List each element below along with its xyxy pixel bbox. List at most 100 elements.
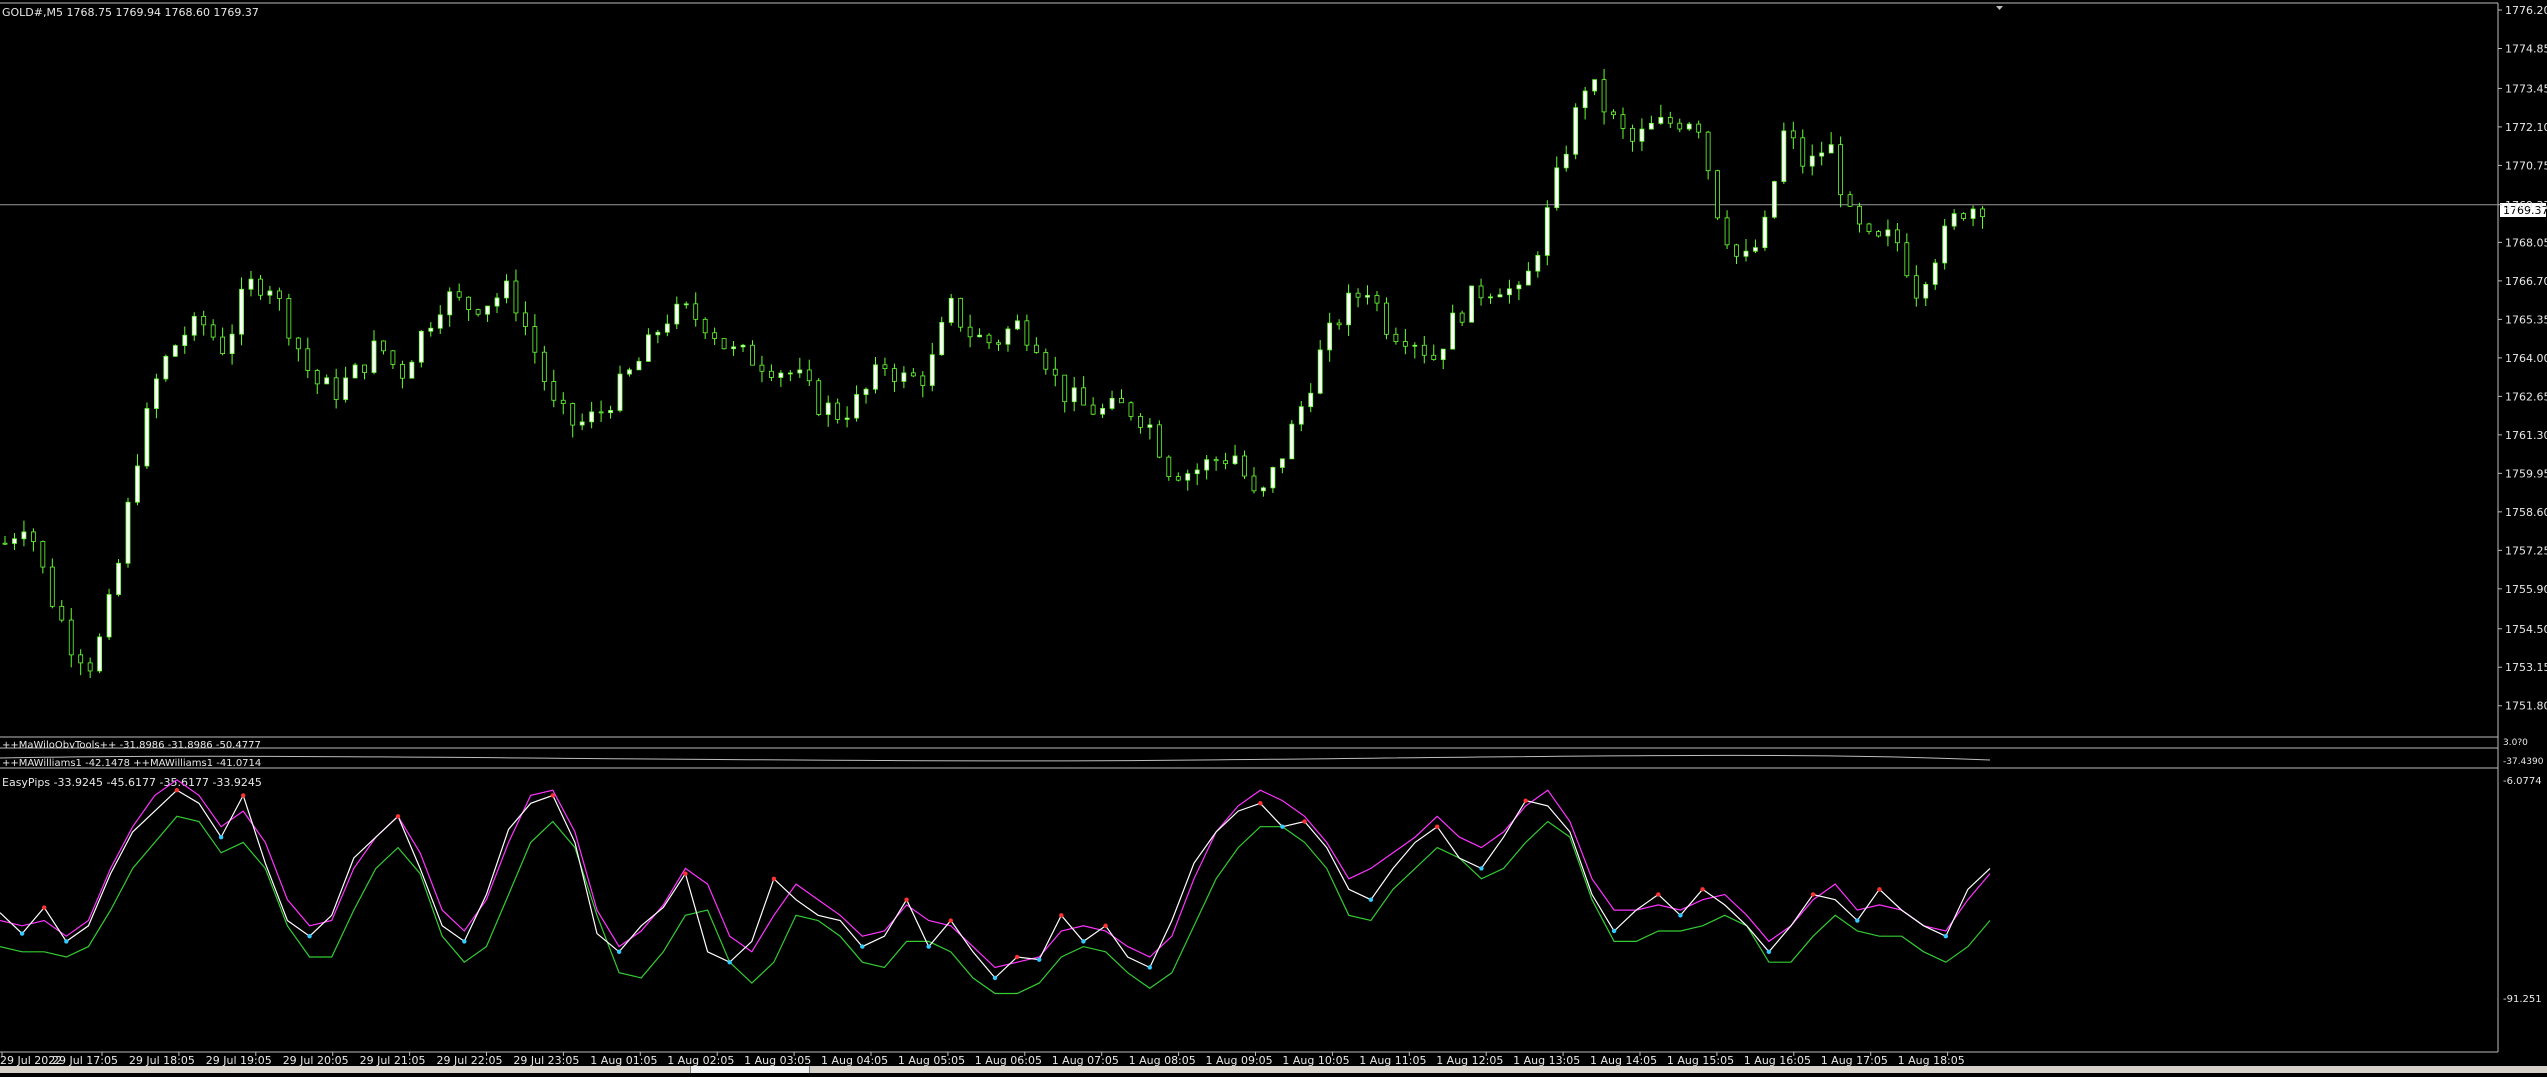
candle-body xyxy=(712,332,718,339)
candle-body xyxy=(1525,270,1531,286)
easypips-scale-top: -6.0774 xyxy=(2503,776,2542,787)
candle-body xyxy=(1913,275,1919,299)
candle-body xyxy=(1847,194,1853,207)
candle-body xyxy=(1639,128,1645,142)
candle-body xyxy=(220,336,226,355)
candle-body xyxy=(882,364,888,370)
candle-body xyxy=(1819,152,1825,157)
candle-body xyxy=(371,340,377,373)
candle-body xyxy=(1544,207,1550,256)
candle-body xyxy=(1771,181,1777,218)
candle-body xyxy=(106,594,112,638)
candle-body xyxy=(1100,408,1105,415)
candle-body xyxy=(1119,397,1124,404)
active-chart-tab[interactable] xyxy=(690,1066,810,1073)
easypips-low-dot xyxy=(926,944,931,949)
candle-body xyxy=(333,377,339,400)
candle-body xyxy=(78,654,84,664)
candle-body xyxy=(769,370,774,378)
price-tick-label: 1753.15 xyxy=(2505,661,2547,674)
candle-body xyxy=(1497,294,1503,298)
easypips-high-dot xyxy=(550,793,555,798)
candle-body xyxy=(1185,473,1191,481)
candle-body xyxy=(494,297,500,307)
easypips-low-dot xyxy=(860,944,865,949)
easypips-high-dot xyxy=(1258,801,1263,806)
candle-body xyxy=(1904,242,1910,277)
easypips-high-dot xyxy=(174,788,180,793)
candle-body xyxy=(1327,322,1333,351)
trading-chart[interactable]: 1769.37 GOLD#,M5 1768.75 1769.94 1768.60… xyxy=(0,0,2547,1073)
candle-body xyxy=(541,351,547,382)
candle-body xyxy=(958,297,964,328)
candle-body xyxy=(1336,322,1342,326)
candle-body xyxy=(267,290,273,296)
candle-body xyxy=(1450,312,1456,350)
candle-body xyxy=(1980,208,1985,218)
candle-body xyxy=(295,337,301,350)
price-tick-label: 1758.60 xyxy=(2505,506,2547,519)
easypips-high-dot xyxy=(395,814,401,819)
candle-body xyxy=(702,318,708,334)
candle-body xyxy=(324,377,330,385)
candle-body xyxy=(286,298,292,339)
candle-body xyxy=(248,278,254,290)
candle-body xyxy=(1563,153,1569,169)
price-tick-label: 1761.30 xyxy=(2505,429,2547,442)
easypips-indicator-label: EasyPips -33.9245 -45.6177 -35.6177 -33.… xyxy=(2,776,262,789)
candle-body xyxy=(1507,288,1512,296)
candle-body xyxy=(683,303,689,306)
candle-body xyxy=(532,326,538,353)
candle-body xyxy=(1828,144,1834,154)
candle-body xyxy=(589,411,595,423)
candle-body xyxy=(655,331,661,336)
candle-body xyxy=(1592,79,1597,92)
candle-body xyxy=(1317,349,1323,394)
candle-body xyxy=(986,334,992,344)
candle-body xyxy=(825,402,831,415)
candle-body xyxy=(560,399,566,404)
candle-body xyxy=(759,364,765,372)
price-tick-label: 1772.10 xyxy=(2505,121,2547,134)
easypips-high-dot xyxy=(904,897,909,902)
chart-shift-marker-icon[interactable] xyxy=(1996,6,2003,10)
easypips-low-dot xyxy=(307,933,312,939)
candle-body xyxy=(1762,216,1768,249)
candle-body xyxy=(1866,223,1872,233)
price-tick-label: 1768.05 xyxy=(2505,236,2547,249)
candle-body xyxy=(40,541,46,568)
candles xyxy=(2,69,1985,679)
candle-body xyxy=(873,364,878,390)
candle-body xyxy=(144,408,150,467)
easypips-high-dot xyxy=(1302,819,1307,824)
candle-body xyxy=(314,370,320,385)
candle-body xyxy=(87,662,93,672)
candle-body xyxy=(1800,137,1806,167)
candle-body xyxy=(1015,320,1020,330)
candle-body xyxy=(1743,250,1749,257)
candle-body xyxy=(901,372,907,382)
candle-body xyxy=(1374,295,1380,304)
candle-body xyxy=(740,344,746,348)
easypips-high-dot xyxy=(1059,913,1064,918)
easypips-low-dot xyxy=(1081,939,1086,944)
candle-body xyxy=(1346,292,1351,326)
candle-body xyxy=(390,350,396,365)
easypips-low-dot xyxy=(1678,913,1683,918)
candle-body xyxy=(1081,387,1087,406)
candle-body xyxy=(1923,283,1929,299)
chart-tab-bar xyxy=(0,1066,2547,1073)
price-tick-label: 1776.20 xyxy=(2505,4,2547,17)
candle-body xyxy=(30,531,36,542)
easypips-high-dot xyxy=(241,793,246,798)
easypips-high-dot xyxy=(42,905,47,910)
candle-body xyxy=(428,327,434,332)
candle-body xyxy=(797,369,803,374)
candle-body xyxy=(1223,460,1228,465)
easypips-low-dot xyxy=(462,939,467,944)
candle-body xyxy=(1232,455,1238,465)
easypips-high-dot xyxy=(1103,923,1108,928)
easypips-low-dot xyxy=(1943,933,1948,939)
candle-body xyxy=(210,324,216,338)
candle-body xyxy=(674,303,680,325)
